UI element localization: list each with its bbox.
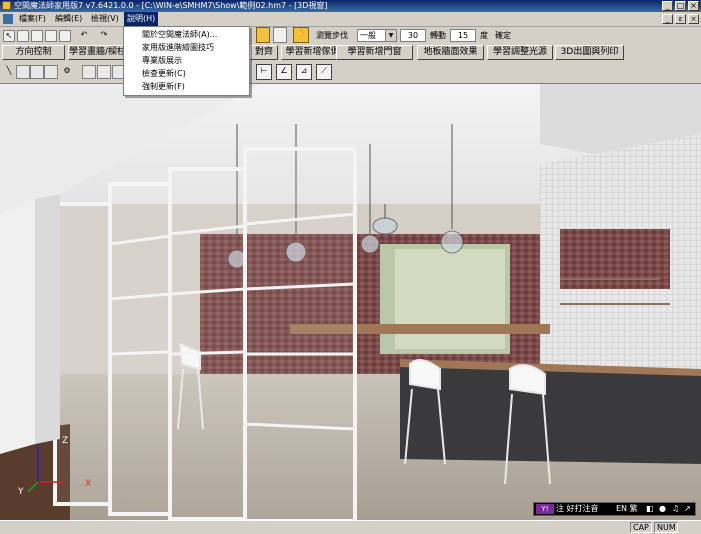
- title-bar: 空間魔法師家用版7 v7.6421.0.0 - [C:\WIN-e\SMHM7\…: [0, 0, 701, 12]
- menu-help[interactable]: 說明(H): [124, 12, 159, 26]
- copy-icon[interactable]: [59, 30, 71, 42]
- ime-arrow-icon[interactable]: ↗: [684, 503, 691, 515]
- axis-y-label: Y: [18, 487, 24, 497]
- mdi-minimize-button[interactable]: _: [662, 14, 673, 24]
- draw-line-icon[interactable]: ╲: [2, 65, 16, 79]
- hand-icon[interactable]: ✋: [293, 27, 309, 43]
- align-button[interactable]: 對齊: [250, 45, 278, 60]
- table-icon[interactable]: [30, 65, 44, 79]
- ime-language-label[interactable]: EN 繁: [616, 503, 638, 515]
- document-icon: [3, 14, 13, 24]
- new-file-icon[interactable]: [17, 30, 29, 42]
- floor-wall-effects-button[interactable]: 地板牆面效果: [417, 45, 484, 60]
- menu-advanced-tips[interactable]: 家用版進階繪圖技巧: [142, 42, 214, 54]
- minimize-button[interactable]: _: [662, 1, 673, 11]
- degree-label: 度: [480, 31, 488, 40]
- ime-sound-icon[interactable]: ♫: [672, 503, 679, 515]
- help-dropdown-menu: 關於空間魔法師(A)... 家用版進階繪圖技巧 專業版展示 檢查更新(C) 強制…: [123, 26, 250, 96]
- ime-layout-icon[interactable]: ◧: [646, 503, 654, 515]
- num-lock-indicator: NUM: [654, 522, 678, 533]
- confirm-button[interactable]: 確定: [495, 30, 511, 41]
- building-icon[interactable]: [256, 27, 270, 43]
- 3d-viewport[interactable]: Z X Y: [0, 83, 701, 521]
- menu-edit[interactable]: 編輯(E): [52, 12, 85, 26]
- pointer-icon[interactable]: ↖: [3, 30, 15, 42]
- menu-check-update[interactable]: 檢查更新(C): [142, 68, 186, 80]
- status-bar: CAP NUM: [0, 520, 701, 534]
- door-icon[interactable]: [273, 27, 287, 43]
- ime-mode-label: 注 好打注音: [556, 504, 599, 513]
- angle-view-icon[interactable]: ∠: [276, 64, 292, 80]
- maximize-button[interactable]: □: [675, 1, 686, 11]
- rotate-label: 轉動: [430, 31, 446, 40]
- layout-icon[interactable]: [97, 65, 111, 79]
- learn-doors-windows-button[interactable]: 學習新增門窗: [336, 45, 413, 60]
- wall-icon[interactable]: [16, 65, 30, 79]
- 3d-output-print-button[interactable]: 3D出圖與列印: [555, 45, 624, 60]
- ime-dot-icon[interactable]: ●: [659, 503, 666, 515]
- screen-icon[interactable]: [82, 65, 96, 79]
- main-toolbar: ↖ ↶ ↷ ✋: [0, 27, 701, 44]
- window-title: 空間魔法師家用版7 v7.6421.0.0 - [C:\WIN-e\SMHM7\…: [14, 1, 328, 10]
- menu-bar: 檔案(F) 編輯(E) 檢視(V) 說明(H) _ ε ×: [0, 12, 701, 27]
- ime-toolbar[interactable]: Y! 注 好打注音 EN 繁 ◧ ● ♫ ↗: [533, 502, 696, 516]
- open-folder-icon[interactable]: [31, 30, 43, 42]
- menu-about[interactable]: 關於空間魔法師(A)...: [142, 29, 217, 41]
- save-icon[interactable]: [45, 30, 57, 42]
- undo-icon[interactable]: ↶: [78, 30, 90, 42]
- learn-walls-button[interactable]: 學習畫牆/樑柱: [68, 45, 126, 60]
- 3d-render: [0, 84, 701, 521]
- browse-step-value: 一般: [360, 31, 376, 40]
- diagonal-view-icon[interactable]: ⟋: [316, 64, 332, 80]
- learn-lighting-button[interactable]: 學習調整光源: [487, 45, 553, 60]
- gear-icon[interactable]: ⚙: [60, 65, 74, 79]
- caps-lock-indicator: CAP: [630, 522, 652, 533]
- app-icon: [2, 1, 11, 10]
- mdi-restore-button[interactable]: ε: [675, 14, 686, 24]
- rotate-input[interactable]: 15: [450, 29, 476, 42]
- slope-view-icon[interactable]: ⊿: [296, 64, 312, 80]
- browse-step-select[interactable]: 一般 ▼: [357, 29, 397, 42]
- close-button[interactable]: ×: [688, 1, 699, 11]
- chevron-down-icon[interactable]: ▼: [385, 30, 396, 41]
- menu-force-update[interactable]: 強制更新(F): [142, 81, 185, 93]
- step-input[interactable]: 30: [400, 29, 426, 42]
- menu-pro-demo[interactable]: 專業版展示: [142, 55, 182, 67]
- mdi-close-button[interactable]: ×: [688, 14, 699, 24]
- axis-x-label: X: [85, 479, 92, 489]
- grid-icon[interactable]: [44, 65, 58, 79]
- redo-icon[interactable]: ↷: [98, 30, 110, 42]
- axis-view-icon[interactable]: ⊢: [256, 64, 272, 80]
- menu-view[interactable]: 檢視(V): [88, 12, 122, 26]
- learn-furniture-button[interactable]: 學習新增傢俱: [281, 45, 344, 60]
- direction-control-button[interactable]: 方向控制: [2, 45, 65, 60]
- browse-step-label: 瀏覽步伐: [316, 31, 348, 40]
- yahoo-ime-icon: Y!: [536, 504, 554, 514]
- axis-z-label: Z: [62, 436, 69, 446]
- menu-file[interactable]: 檔案(F): [16, 12, 49, 26]
